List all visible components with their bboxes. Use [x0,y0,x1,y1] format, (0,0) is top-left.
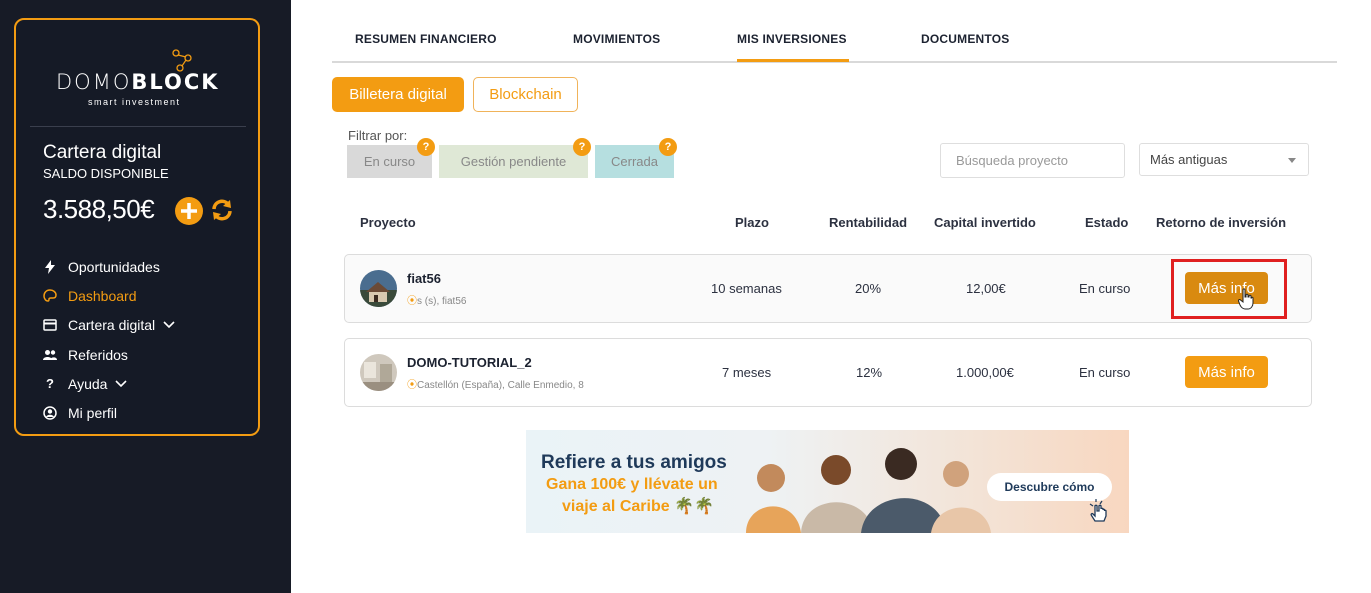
sidebar-card: DOMOBLOCK smart investment Cartera digit… [14,18,260,436]
cell-plazo: 10 semanas [711,281,782,296]
sidebar-nav: Oportunidades Dashboard Cartera digital [43,252,175,428]
tab-documentos[interactable]: DOCUMENTOS [921,32,1009,46]
click-hand-icon [1086,498,1112,529]
help-icon[interactable]: ? [417,138,435,156]
sidebar-item-mi-perfil[interactable]: Mi perfil [43,398,175,427]
project-location: ⦿Castellón (España), Calle Enmedio, 8 [407,380,584,391]
main-tabs: RESUMEN FINANCIERO MOVIMIENTOS MIS INVER… [332,24,1337,63]
sort-select[interactable]: Más antiguas [1139,143,1309,176]
header-proyecto: Proyecto [360,215,416,230]
chevron-down-icon[interactable] [163,321,175,329]
cell-estado: En curso [1079,281,1131,296]
cell-capital: 12,00€ [966,281,1006,296]
sidebar-item-label: Referidos [68,346,128,363]
sidebar-item-ayuda[interactable]: ? Ayuda [43,369,175,398]
mas-info-button[interactable]: Más info [1185,356,1268,388]
sidebar-item-label: Dashboard [68,287,137,304]
refresh-balance-button[interactable] [209,197,235,223]
project-name[interactable]: fiat56 [407,271,441,286]
user-circle-icon [43,406,57,420]
project-thumbnail [360,354,397,391]
filter-chip-gestion-pendiente[interactable]: Gestión pendiente [439,145,588,178]
location-pin-icon: ⦿ [407,296,417,307]
filter-label: Filtrar por: [348,128,408,143]
sidebar-item-dashboard[interactable]: Dashboard [43,281,175,310]
logo-tagline: smart investment [88,97,181,107]
location-pin-icon: ⦿ [407,380,417,391]
tab-movimientos[interactable]: MOVIMIENTOS [573,32,660,46]
family-illustration [746,448,991,533]
header-estado: Estado [1085,215,1129,230]
chevron-down-icon[interactable] [115,380,128,388]
cell-rentabilidad: 12% [856,365,883,380]
wallet-balance: 3.588,50€ [43,194,155,224]
cell-rentabilidad: 20% [855,281,882,296]
banner-line-3: viaje al Caribe 🌴🌴 [562,498,714,515]
referral-banner[interactable]: Refiere a tus amigos Gana 100€ y llévate… [526,430,1129,533]
project-thumbnail [360,270,397,307]
sidebar-item-oportunidades[interactable]: Oportunidades [43,252,175,281]
cell-capital: 1.000,00€ [956,365,1014,380]
header-retorno: Retorno de inversión [1156,215,1287,230]
header-capital-invertido: Capital invertido [934,215,1036,230]
banner-line-2: Gana 100€ y llévate un [546,476,718,493]
tab-resumen-financiero[interactable]: RESUMEN FINANCIERO [355,32,497,46]
sort-select-value: Más antiguas [1150,152,1228,167]
refresh-icon [212,199,232,221]
add-funds-button[interactable] [175,197,203,225]
card-icon [43,318,57,332]
blockchain-button[interactable]: Blockchain [473,77,578,112]
project-name[interactable]: DOMO-TUTORIAL_2 [407,355,532,370]
users-icon [43,348,57,362]
cell-estado: En curso [1079,365,1131,380]
tab-mis-inversiones[interactable]: MIS INVERSIONES [737,32,847,46]
banner-title: Refiere a tus amigos [541,452,727,473]
cell-plazo: 7 meses [722,365,772,380]
help-icon[interactable]: ? [659,138,677,156]
highlight-box [1171,259,1287,319]
pointer-hand-icon [1237,288,1254,315]
palette-icon [43,289,57,303]
sidebar-item-label: Cartera digital [68,317,156,334]
sidebar-item-label: Mi perfil [68,405,118,422]
sidebar-item-cartera-digital[interactable]: Cartera digital [43,311,175,340]
domoblock-logo[interactable]: DOMOBLOCK smart investment [56,48,226,108]
sidebar-item-referidos[interactable]: Referidos [43,340,175,369]
wallet-title: Cartera digital [43,142,162,163]
header-rentabilidad: Rentabilidad [829,215,908,230]
billetera-digital-button[interactable]: Billetera digital [332,77,464,112]
descubre-como-button[interactable]: Descubre cómo [987,473,1112,501]
question-icon: ? [46,376,54,392]
table-row: DOMO-TUTORIAL_2 ⦿Castellón (España), Cal… [344,338,1312,407]
table-row: fiat56 ⦿s (s), fiat56 10 semanas 20% 12,… [344,254,1312,323]
sidebar-divider [30,126,246,127]
bolt-icon [43,259,57,274]
sidebar-item-label: Oportunidades [68,258,160,275]
sidebar-item-label: Ayuda [68,375,108,392]
search-input[interactable]: Búsqueda proyecto [940,143,1125,178]
logo-text: DOMOBLOCK [56,70,220,94]
project-location: ⦿s (s), fiat56 [407,296,467,307]
caret-down-icon [1288,158,1296,163]
help-icon[interactable]: ? [573,138,591,156]
sidebar: DOMOBLOCK smart investment Cartera digit… [0,0,291,593]
wallet-subtitle: SALDO DISPONIBLE [43,166,169,181]
header-plazo: Plazo [735,215,769,230]
active-tab-indicator [737,59,849,62]
plus-icon [181,203,197,219]
